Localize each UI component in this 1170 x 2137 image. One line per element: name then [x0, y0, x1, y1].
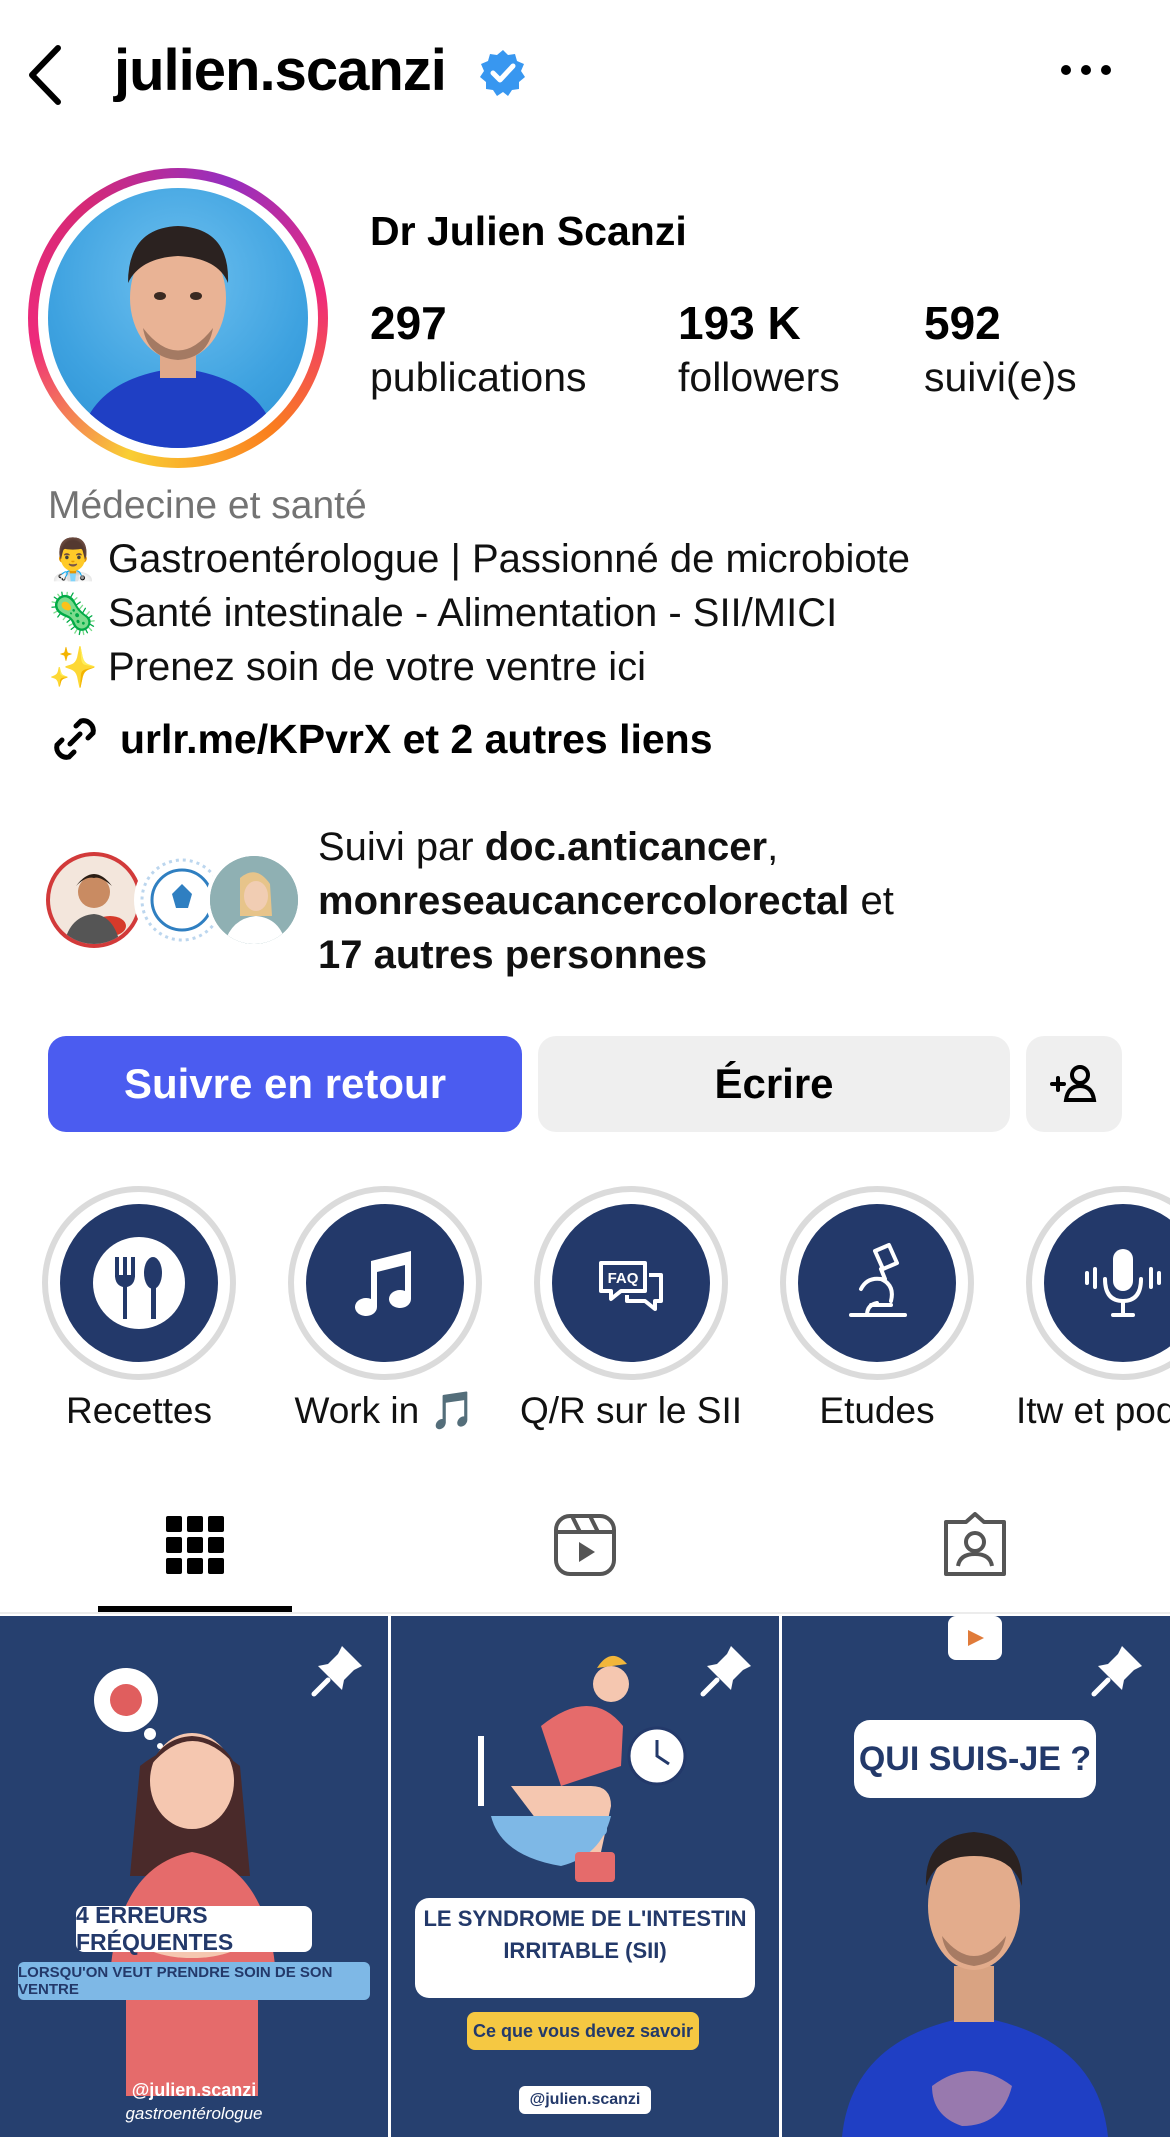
add-person-icon	[1050, 1065, 1097, 1102]
back-arrow-icon[interactable]	[22, 40, 72, 110]
post-subtitle: Ce que vous devez savoir	[467, 2012, 699, 2050]
tagged-tab-icon[interactable]	[942, 1512, 1008, 1578]
bio-text: Santé intestinale - Alimentation - SII/M…	[108, 591, 838, 635]
mutual-others[interactable]: 17 autres personnes	[318, 933, 707, 977]
mutual-account[interactable]: doc.anticancer	[485, 825, 767, 869]
follow-back-button[interactable]: Suivre en retour	[48, 1036, 522, 1132]
post-subtitle: LORSQU'ON VEUT PRENDRE SOIN DE SON VENTR…	[18, 1962, 370, 2000]
svg-text:FAQ: FAQ	[608, 1270, 639, 1287]
post-title: 4 ERREURS FRÉQUENTES	[76, 1902, 312, 1955]
link-icon	[54, 718, 96, 760]
post-handle: @julien.scanzi	[131, 2080, 257, 2100]
profile-category: Médecine et santé	[48, 484, 367, 527]
display-name: Dr Julien Scanzi	[370, 208, 687, 254]
grid-tab-icon[interactable]	[162, 1512, 228, 1578]
fork-spoon-plate-icon	[93, 1237, 185, 1329]
highlight-work[interactable]	[288, 1186, 482, 1380]
verified-badge-icon	[480, 50, 525, 96]
post-caption: gastroentérologue	[125, 2104, 263, 2123]
faq-bubble-icon: FAQ	[599, 1261, 663, 1311]
profile-avatar[interactable]	[48, 188, 308, 448]
mutual-account[interactable]: monreseaucancercolorectal	[318, 879, 849, 923]
following-label[interactable]: suivi(e)s	[924, 354, 1077, 401]
post-title: LE SYNDROME DE L'INTESTIN	[423, 1906, 747, 1931]
followers-label[interactable]: followers	[678, 354, 840, 401]
highlight-label: Itw et pod	[1016, 1390, 1170, 1431]
sparkles-emoji-icon: ✨	[48, 646, 98, 690]
posts-count[interactable]: 297	[370, 296, 447, 350]
post-title: IRRITABLE (SII)	[503, 1938, 667, 1963]
highlight-itw-pod[interactable]	[1026, 1186, 1170, 1380]
avatar-portrait	[78, 226, 278, 448]
reels-tab-icon[interactable]	[552, 1512, 618, 1578]
post-tile[interactable]: 4 ERREURS FRÉQUENTES LORSQU'ON VEUT PREN…	[0, 1616, 388, 2137]
follower-avatar[interactable]	[206, 852, 302, 948]
bio-link[interactable]: urlr.me/KPvrX et 2 autres liens	[48, 712, 713, 766]
bio-line: ✨ Prenez soin de votre ventre ici	[48, 644, 646, 691]
profile-username: julien.scanzi	[114, 38, 447, 103]
pin-icon	[311, 1646, 362, 1697]
suggest-people-button[interactable]	[1026, 1036, 1122, 1132]
posts-label[interactable]: publications	[370, 354, 587, 401]
highlight-etudes[interactable]	[780, 1186, 974, 1380]
microscope-icon	[849, 1243, 907, 1317]
follower-avatar[interactable]	[46, 852, 142, 948]
doctor-emoji-icon: 👨‍⚕️	[48, 538, 98, 582]
highlight-label: Etudes	[819, 1390, 935, 1431]
message-button[interactable]: Écrire	[538, 1036, 1010, 1132]
highlight-label: Recettes	[65, 1390, 212, 1431]
post-tile[interactable]: LE SYNDROME DE L'INTESTIN IRRITABLE (SII…	[391, 1616, 779, 2137]
bio-text: Prenez soin de votre ventre ici	[108, 645, 647, 689]
microbe-emoji-icon: 🦠	[48, 592, 98, 636]
followed-by-text[interactable]: Suivi par doc.anticancer, monreseaucance…	[318, 820, 1118, 982]
following-count[interactable]: 592	[924, 296, 1001, 350]
bio-text: Gastroentérologue | Passionné de microbi…	[108, 537, 910, 581]
bio-line: 🦠 Santé intestinale - Alimentation - SII…	[48, 590, 837, 637]
highlight-recettes[interactable]	[42, 1186, 236, 1380]
post-tile[interactable]: QUI SUIS-JE ?	[782, 1616, 1170, 2137]
microphone-icon	[1085, 1249, 1161, 1317]
post-title: QUI SUIS-JE ?	[854, 1720, 1096, 1798]
highlight-label: Work in 🎵	[294, 1390, 476, 1431]
music-note-icon	[355, 1251, 411, 1317]
post-handle: @julien.scanzi	[519, 2086, 651, 2114]
pin-icon	[700, 1646, 751, 1697]
highlight-label: Q/R sur le SII	[519, 1390, 743, 1431]
highlight-qr-sii[interactable]: FAQ	[534, 1186, 728, 1380]
followers-count[interactable]: 193 K	[678, 296, 801, 350]
bio-line: 👨‍⚕️ Gastroentérologue | Passionné de mi…	[48, 536, 910, 583]
pin-icon	[1091, 1646, 1142, 1697]
more-options-icon[interactable]	[1058, 60, 1114, 80]
bio-link-text[interactable]: urlr.me/KPvrX et 2 autres liens	[120, 716, 713, 763]
